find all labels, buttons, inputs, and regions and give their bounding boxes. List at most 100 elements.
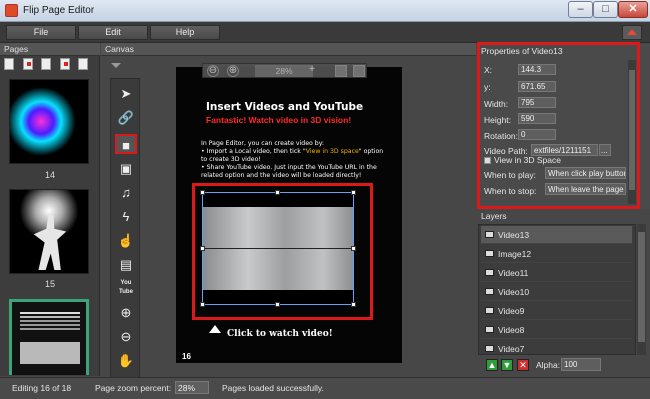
layers-list[interactable]: Video13 Image12 Video11 Video10 Video9 V… <box>478 224 636 355</box>
click-to-watch-caption: Click to watch video! <box>209 325 333 339</box>
minimize-button[interactable]: – <box>568 1 593 18</box>
delete-page-icon[interactable] <box>59 58 70 70</box>
link-tool[interactable]: 🔗 <box>115 108 137 128</box>
pages-panel-header: Pages <box>0 43 100 56</box>
page-subheading: Fantastic! Watch video in 3D vision! <box>206 115 352 125</box>
menu-file[interactable]: File <box>6 25 76 40</box>
video-layer-icon <box>485 288 494 295</box>
copy-page-icon[interactable] <box>41 58 52 70</box>
page-body-text: • Import a Local video, then tick " <box>201 148 306 155</box>
flash-tool[interactable]: ϟ <box>115 207 137 227</box>
thumbnail-text-lines <box>20 312 80 314</box>
page-number: 16 <box>182 352 191 361</box>
properties-highlight-outline <box>477 42 640 209</box>
video-layer-icon <box>485 307 494 314</box>
thumbnail-video-block <box>20 342 80 364</box>
layer-item[interactable]: Image12 <box>481 245 632 263</box>
video-layer-icon <box>485 345 494 352</box>
pages-toolbar <box>4 58 96 72</box>
video-layer-icon <box>485 326 494 333</box>
delete-layer-button[interactable]: ✕ <box>517 359 529 371</box>
move-layer-down-button[interactable]: ▼ <box>501 359 513 371</box>
layer-label: Video8 <box>498 325 525 335</box>
layers-scroll-thumb[interactable] <box>638 232 645 342</box>
page-settings-icon[interactable] <box>78 58 89 70</box>
layer-item[interactable]: Video13 <box>481 226 632 244</box>
status-message: Pages loaded successfully. <box>222 383 324 393</box>
video-tool[interactable]: ■ <box>115 134 137 154</box>
layer-item[interactable]: Video10 <box>481 283 632 301</box>
layer-item[interactable]: Video9 <box>481 302 632 320</box>
page-thumbnail-16[interactable] <box>9 299 89 375</box>
move-layer-up-button[interactable]: ▲ <box>486 359 498 371</box>
page-thumbnail-14[interactable] <box>9 79 89 164</box>
status-zoom-label: Page zoom percent: <box>95 383 172 393</box>
page-thumbnail-label: 14 <box>44 170 55 180</box>
status-bar: Editing 16 of 18 Page zoom percent: 28% … <box>0 377 650 399</box>
zoom-in-tool[interactable]: ⊕ <box>115 303 137 323</box>
button-tool[interactable]: ☝ <box>115 231 137 251</box>
menu-help[interactable]: Help <box>150 25 220 40</box>
page-thumbnail-15[interactable] <box>9 189 89 274</box>
layer-label: Video7 <box>498 344 525 354</box>
zoom-step-button[interactable]: + <box>306 65 318 77</box>
actual-size-button[interactable] <box>353 65 365 77</box>
page-body-line: to create 3D video! <box>201 156 261 163</box>
audio-tool[interactable]: ♫ <box>115 183 137 203</box>
picture-tool[interactable]: ▤ <box>115 255 137 275</box>
layers-scrollbar[interactable] <box>637 224 646 355</box>
page-heading: Insert Videos and YouTube <box>206 101 364 113</box>
page-thumbnail-list[interactable]: 14 15 <box>6 75 94 375</box>
hand-tool[interactable]: ✋ <box>115 351 137 371</box>
window-title: Flip Page Editor <box>23 5 95 16</box>
new-page-after-icon[interactable] <box>22 58 33 70</box>
layer-label: Video11 <box>498 268 529 278</box>
page-body-line: In Page Editor, you can create video by: <box>201 140 325 147</box>
layers-header: Layers <box>481 211 507 221</box>
canvas-zoom-percent[interactable]: 28% <box>255 65 313 77</box>
home-button[interactable] <box>622 25 642 40</box>
alpha-label: Alpha: <box>536 360 561 370</box>
maximize-button[interactable]: □ <box>593 1 618 18</box>
close-button[interactable]: ✕ <box>618 1 648 18</box>
video-highlight-outline <box>192 183 373 320</box>
layer-item[interactable]: Video11 <box>481 264 632 282</box>
menu-bar: File Edit Help <box>0 22 650 43</box>
image-tool[interactable]: ▣ <box>115 159 137 179</box>
title-bar: Flip Page Editor – □ ✕ <box>0 0 650 22</box>
zoom-out-tool[interactable]: ⊖ <box>115 327 137 347</box>
zoom-out-button[interactable]: ⊖ <box>207 65 219 77</box>
app-icon <box>5 4 18 17</box>
highlighted-text: View in 3D space <box>305 148 359 155</box>
video-layer-icon <box>485 231 494 238</box>
page-body-text: " option <box>358 148 384 155</box>
page-body-line: • Import a Local video, then tick "View … <box>201 148 383 155</box>
layer-label: Video9 <box>498 306 525 316</box>
tool-strip: ➤ 🔗 ■ ▣ ♫ ϟ ☝ ▤ You Tube ⊕ ⊖ ✋ <box>110 78 140 378</box>
canvas-zoom-bar: ⊖ ⊕ 28% + <box>202 63 367 78</box>
collapse-tools-icon[interactable] <box>111 63 121 68</box>
select-arrow-tool[interactable]: ➤ <box>115 84 137 104</box>
canvas-panel-header: Canvas <box>101 43 476 56</box>
page-body-line: • Share YouTube video. Just input the Yo… <box>201 164 377 171</box>
home-icon <box>627 29 637 35</box>
layer-label: Video10 <box>498 287 530 297</box>
page-thumbnail-label: 15 <box>44 279 55 289</box>
zoom-in-button[interactable]: ⊕ <box>227 65 239 77</box>
up-arrow-icon <box>209 325 221 333</box>
pages-panel: Pages 14 15 <box>0 43 100 376</box>
status-zoom-input[interactable]: 28% <box>175 381 209 394</box>
layer-label: Image12 <box>498 249 532 259</box>
new-page-icon[interactable] <box>4 58 14 70</box>
layer-label: Video13 <box>498 230 530 240</box>
dancer-silhouette <box>33 215 67 270</box>
image-layer-icon <box>485 250 494 257</box>
fit-page-button[interactable] <box>335 65 347 77</box>
alpha-input[interactable]: 100 <box>561 358 601 371</box>
layer-item[interactable]: Video7 <box>481 340 632 354</box>
layer-item[interactable]: Video8 <box>481 321 632 339</box>
video-layer-icon <box>485 269 494 276</box>
menu-edit[interactable]: Edit <box>78 25 148 40</box>
youtube-tool[interactable]: You Tube <box>115 279 137 299</box>
status-editing: Editing 16 of 18 <box>12 383 72 393</box>
